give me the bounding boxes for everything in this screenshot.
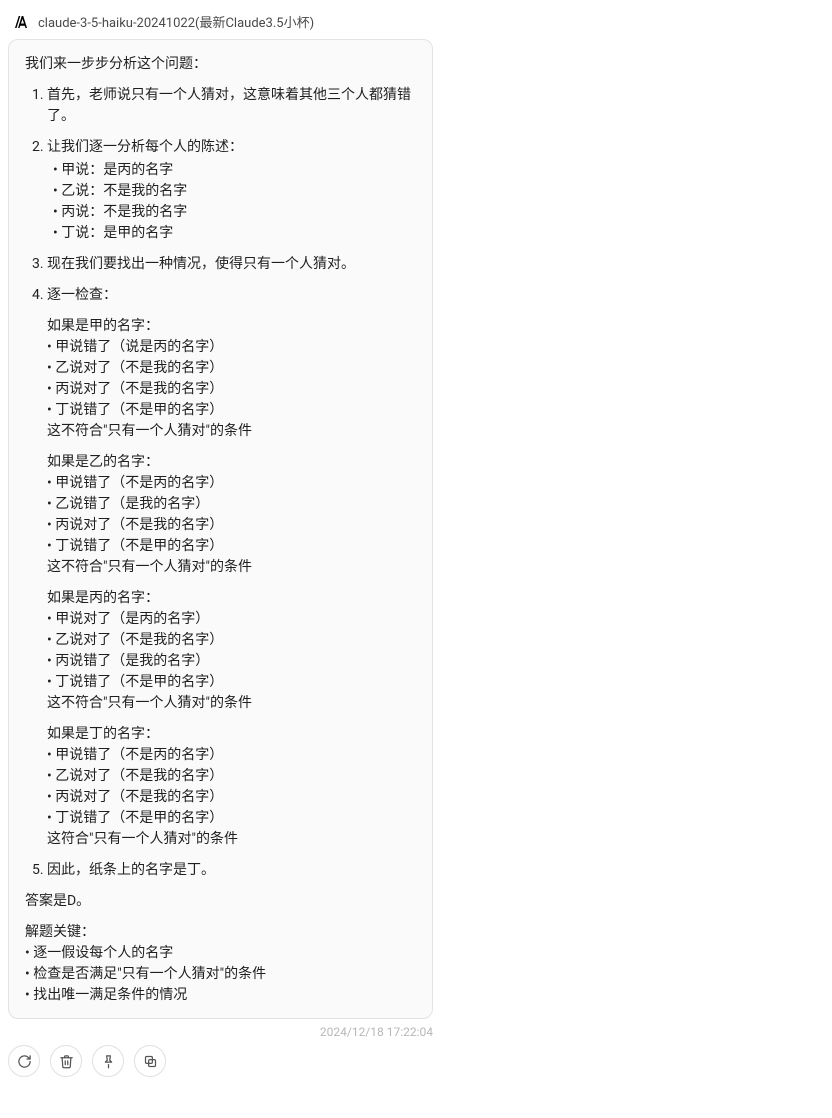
timestamp: 2024/12/18 17:22:04 xyxy=(8,1025,433,1039)
case-title: 如果是甲的名字： xyxy=(47,316,416,337)
case-block: 如果是丁的名字： 甲说错了（不是丙的名字） 乙说对了（不是我的名字） 丙说对了（… xyxy=(47,724,416,850)
item-text: 因此，纸条上的名字是丁。 xyxy=(47,862,215,878)
case-line: 丁说错了（不是甲的名字） xyxy=(47,400,416,421)
case-line: 甲说对了（是丙的名字） xyxy=(47,609,416,630)
case-line: 丙说对了（不是我的名字） xyxy=(47,515,416,536)
case-lines: 甲说对了（是丙的名字） 乙说对了（不是我的名字） 丙说错了（是我的名字） 丁说错… xyxy=(47,609,416,693)
case-line: 丙说错了（是我的名字） xyxy=(47,651,416,672)
assistant-message-card: 我们来一步步分析这个问题： 首先，老师说只有一个人猜对，这意味着其他三个人都猜错… xyxy=(8,39,433,1019)
case-line: 丙说对了（不是我的名字） xyxy=(47,379,416,400)
trash-icon xyxy=(59,1054,74,1069)
pin-icon xyxy=(101,1054,116,1069)
list-item: 首先，老师说只有一个人猜对，这意味着其他三个人都猜错了。 xyxy=(47,85,416,127)
intro-text: 我们来一步步分析这个问题： xyxy=(25,54,416,75)
case-line: 乙说错了（是我的名字） xyxy=(47,494,416,515)
case-line: 甲说错了（说是丙的名字） xyxy=(47,337,416,358)
anthropic-logo-icon xyxy=(12,13,30,31)
case-line: 丙说对了（不是我的名字） xyxy=(47,787,416,808)
analysis-list: 首先，老师说只有一个人猜对，这意味着其他三个人都猜错了。 让我们逐一分析每个人的… xyxy=(25,85,416,881)
case-block: 如果是丙的名字： 甲说对了（是丙的名字） 乙说对了（不是我的名字） 丙说错了（是… xyxy=(47,588,416,714)
case-line: 乙说对了（不是我的名字） xyxy=(47,358,416,379)
case-note: 这不符合"只有一个人猜对"的条件 xyxy=(47,693,416,714)
regenerate-button[interactable] xyxy=(8,1045,40,1077)
refresh-icon xyxy=(17,1054,32,1069)
message-header: claude-3-5-haiku-20241022(最新Claude3.5小杯) xyxy=(8,8,824,39)
case-line: 甲说错了（不是丙的名字） xyxy=(47,745,416,766)
key-point: 检查是否满足"只有一个人猜对"的条件 xyxy=(25,964,416,985)
delete-button[interactable] xyxy=(50,1045,82,1077)
key-point: 找出唯一满足条件的情况 xyxy=(25,985,416,1006)
case-line: 乙说对了（不是我的名字） xyxy=(47,630,416,651)
case-note: 这不符合"只有一个人猜对"的条件 xyxy=(47,421,416,442)
key-points-list: 逐一假设每个人的名字 检查是否满足"只有一个人猜对"的条件 找出唯一满足条件的情… xyxy=(25,943,416,1006)
final-answer: 答案是D。 xyxy=(25,891,416,912)
bullet: 丙说：不是我的名字 xyxy=(53,202,416,223)
list-item: 逐一检查： 如果是甲的名字： 甲说错了（说是丙的名字） 乙说对了（不是我的名字）… xyxy=(47,285,416,850)
case-note: 这不符合"只有一个人猜对"的条件 xyxy=(47,557,416,578)
case-line: 乙说对了（不是我的名字） xyxy=(47,766,416,787)
model-name: claude-3-5-haiku-20241022(最新Claude3.5小杯) xyxy=(38,12,314,31)
key-title: 解题关键： xyxy=(25,922,416,943)
case-line: 丁说错了（不是甲的名字） xyxy=(47,536,416,557)
statement-list: 甲说：是丙的名字 乙说：不是我的名字 丙说：不是我的名字 丁说：是甲的名字 xyxy=(47,160,416,244)
case-line: 丁说错了（不是甲的名字） xyxy=(47,672,416,693)
item-text: 首先，老师说只有一个人猜对，这意味着其他三个人都猜错了。 xyxy=(47,87,411,124)
pin-button[interactable] xyxy=(92,1045,124,1077)
case-line: 甲说错了（不是丙的名字） xyxy=(47,473,416,494)
case-lines: 甲说错了（说是丙的名字） 乙说对了（不是我的名字） 丙说对了（不是我的名字） 丁… xyxy=(47,337,416,421)
case-note: 这符合"只有一个人猜对"的条件 xyxy=(47,829,416,850)
message-actions xyxy=(8,1045,824,1077)
key-point: 逐一假设每个人的名字 xyxy=(25,943,416,964)
case-block: 如果是乙的名字： 甲说错了（不是丙的名字） 乙说错了（是我的名字） 丙说对了（不… xyxy=(47,452,416,578)
case-line: 丁说错了（不是甲的名字） xyxy=(47,808,416,829)
case-title: 如果是乙的名字： xyxy=(47,452,416,473)
case-lines: 甲说错了（不是丙的名字） 乙说对了（不是我的名字） 丙说对了（不是我的名字） 丁… xyxy=(47,745,416,829)
list-item: 让我们逐一分析每个人的陈述： 甲说：是丙的名字 乙说：不是我的名字 丙说：不是我… xyxy=(47,137,416,244)
copy-button[interactable] xyxy=(134,1045,166,1077)
bullet: 乙说：不是我的名字 xyxy=(53,181,416,202)
bullet: 甲说：是丙的名字 xyxy=(53,160,416,181)
list-item: 现在我们要找出一种情况，使得只有一个人猜对。 xyxy=(47,254,416,275)
bullet: 丁说：是甲的名字 xyxy=(53,223,416,244)
case-title: 如果是丙的名字： xyxy=(47,588,416,609)
list-item: 因此，纸条上的名字是丁。 xyxy=(47,860,416,881)
copy-icon xyxy=(143,1054,158,1069)
item-text: 现在我们要找出一种情况，使得只有一个人猜对。 xyxy=(47,256,355,272)
case-title: 如果是丁的名字： xyxy=(47,724,416,745)
item-text: 让我们逐一分析每个人的陈述： xyxy=(47,139,243,155)
case-block: 如果是甲的名字： 甲说错了（说是丙的名字） 乙说对了（不是我的名字） 丙说对了（… xyxy=(47,316,416,442)
case-lines: 甲说错了（不是丙的名字） 乙说错了（是我的名字） 丙说对了（不是我的名字） 丁说… xyxy=(47,473,416,557)
item-text: 逐一检查： xyxy=(47,287,117,303)
